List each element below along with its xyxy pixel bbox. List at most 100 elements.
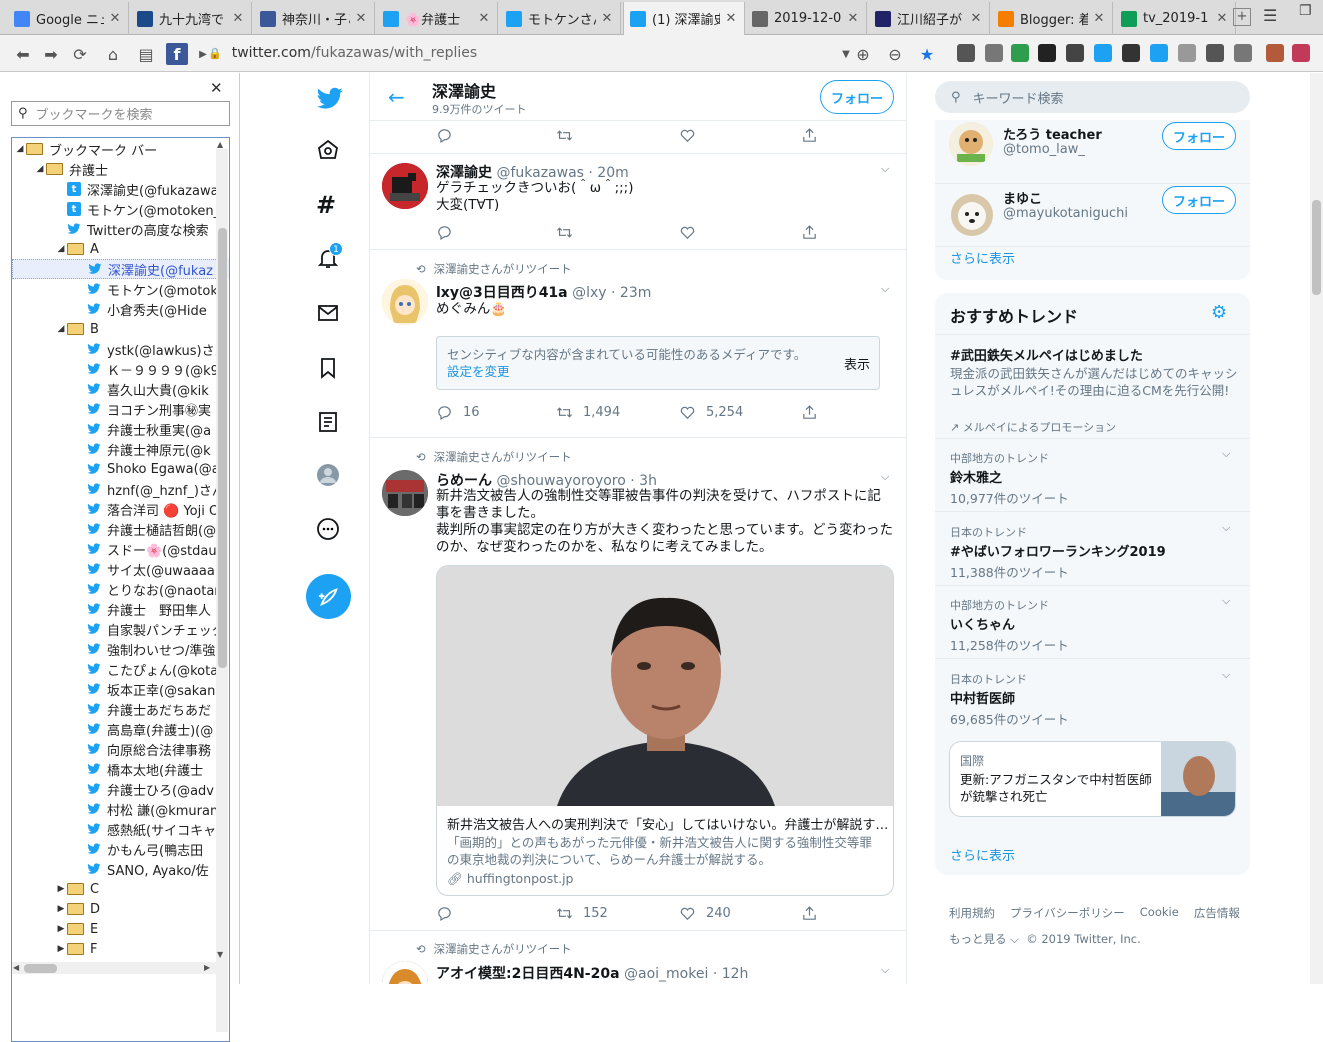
browser-tab[interactable]: Blogger: 着 ✕ [992, 2, 1113, 35]
ext-icon-2[interactable] [1206, 44, 1224, 62]
menu-icon[interactable]: ☰ [1263, 6, 1277, 25]
forward-icon[interactable]: ➡ [40, 43, 62, 65]
bookmark-folder[interactable]: ▶ E [12, 919, 229, 939]
reply-button[interactable] [436, 127, 453, 144]
tweet-author[interactable]: アオイ模型:2日目西4N-20a @aoi_mokei · 12h [436, 963, 748, 983]
profile-ext-icon[interactable] [1292, 44, 1310, 62]
page-scroll-thumb[interactable] [1312, 200, 1321, 295]
bookmark-item[interactable]: 高島章(弁護士)(@ [12, 719, 229, 739]
avatar-ext-icon[interactable] [1266, 44, 1284, 62]
avatar[interactable] [382, 961, 428, 984]
bookmark-item[interactable]: サイ太(@uwaaaa) [12, 559, 229, 579]
trend-item[interactable]: 中部地方のトレンド いくちゃん 11,258件のツイート ⌵ [935, 586, 1250, 659]
move-icon[interactable] [1066, 44, 1084, 62]
facebook-icon[interactable]: f [166, 43, 188, 65]
bookmark-item[interactable]: t モトケン(@motoken_ [12, 199, 229, 219]
bookmark-item[interactable]: 橋本太地(弁護士 [12, 759, 229, 779]
chevron-down-icon[interactable]: ⌵ [1222, 521, 1230, 535]
bookmark-item[interactable]: Ｋ－９９９９(@k99 [12, 359, 229, 379]
back-arrow-icon[interactable]: ← [388, 85, 405, 109]
url-bar[interactable]: 🔒 twitter.com/fukazawas/with_replies [208, 40, 943, 66]
bookmark-item[interactable]: 強制わいせつ/準強 [12, 639, 229, 659]
footer-link[interactable]: プライバシーポリシー [1010, 905, 1125, 921]
avatar[interactable] [382, 279, 428, 325]
footer-link[interactable]: Cookie [1140, 905, 1179, 921]
expand-arrow-icon[interactable]: ▶ [55, 944, 67, 954]
bookmark-item[interactable]: 弁護士あだちあだ [12, 699, 229, 719]
tab-close-icon[interactable]: ✕ [1215, 11, 1229, 26]
more-icon[interactable] [316, 517, 340, 541]
bookmark-ext-icon[interactable] [985, 44, 1003, 62]
home-icon[interactable]: ⌂ [102, 43, 124, 65]
evernote-icon[interactable] [1011, 44, 1029, 62]
user-name[interactable]: まゆこ [1003, 188, 1042, 207]
trend-item[interactable]: 日本のトレンド 中村哲医師 69,685件のツイート ⌵ [935, 660, 1250, 733]
bookmark-item[interactable]: 落合洋司 🔴 Yoji O [12, 499, 229, 519]
reload-icon[interactable]: ⟳ [69, 43, 91, 65]
scroll-up-icon[interactable]: ▲ [217, 140, 223, 149]
ext-icon-1[interactable] [957, 44, 975, 62]
settings-gear-icon[interactable]: ⚙ [1211, 302, 1227, 323]
bookmark-item[interactable]: Shoko Egawa(@a [12, 459, 229, 479]
bookmark-item[interactable]: SANO, Ayako/佐 [12, 859, 229, 879]
close-icon[interactable]: ✕ [210, 79, 223, 97]
chevron-down-icon[interactable]: ⌵ [881, 282, 889, 296]
browser-tab[interactable]: 九十九湾で ✕ [131, 2, 252, 35]
tab-close-icon[interactable]: ✕ [108, 11, 122, 26]
trend-item[interactable]: 中部地方のトレンド 鈴木雅之 10,977件のツイート ⌵ [935, 439, 1250, 512]
scroll-right-icon[interactable]: ▶ [204, 963, 210, 972]
bookmark-item[interactable]: 弁護士ひろ(@adv [12, 779, 229, 799]
font-icon[interactable] [1178, 44, 1196, 62]
like-button[interactable]: 240 [679, 905, 731, 922]
bookmark-folder[interactable]: ◢ B [12, 319, 229, 339]
collapse-arrow-icon[interactable]: ◢ [34, 164, 46, 174]
tab-close-icon[interactable]: ✕ [1092, 11, 1106, 26]
tab-close-icon[interactable]: ✕ [600, 11, 614, 26]
bookmark-folder[interactable]: ▶ D [12, 899, 229, 919]
bookmark-hscroll-thumb[interactable] [24, 964, 57, 973]
add-icon[interactable]: ⊕ [852, 43, 874, 65]
settings-link[interactable]: 設定を変更 [447, 364, 510, 379]
browser-tab[interactable]: 2019-12-0 ✕ [746, 2, 867, 35]
bookmark-item[interactable]: Twitterの高度な検索 [12, 219, 229, 239]
bookmark-item[interactable]: 喜久山大貴(@kik [12, 379, 229, 399]
tweet-author[interactable]: らめーん @shouwayoroyoro · 3h [436, 470, 657, 490]
zoom-out-icon[interactable]: ⊖ [884, 43, 906, 65]
bookmark-item[interactable]: 感熱紙(サイコキャ [12, 819, 229, 839]
footer-link[interactable]: 利用規約 [949, 905, 995, 921]
tweet[interactable]: ⟲ 深澤諭史さんがリツイート らめーん @shouwayoroyoro · 3h … [370, 438, 906, 931]
compose-tweet-button[interactable] [306, 574, 351, 619]
bookmark-item[interactable]: 弁護士秋重実(@a [12, 419, 229, 439]
reply-button[interactable] [436, 224, 453, 241]
bookmark-item[interactable]: t 深澤諭史(@fukazawa [12, 179, 229, 199]
share-button[interactable] [801, 905, 818, 922]
like-button[interactable]: 5,254 [679, 404, 743, 421]
browser-tab[interactable]: 江川紹子が ✕ [869, 2, 990, 35]
bookmark-folder[interactable]: ◢ 弁護士 [12, 159, 229, 179]
retweet-button[interactable]: 152 [556, 905, 608, 922]
browser-tab[interactable]: tv_2019-1 ✕ [1115, 2, 1236, 35]
bookmark-item[interactable]: 自家製パンチェッタ [12, 619, 229, 639]
bookmark-item[interactable]: 弁護士 野田隼人 [12, 599, 229, 619]
chevron-down-icon[interactable]: ⌵ [881, 162, 889, 176]
promoted-trend[interactable]: #武田鉄矢メルペイはじめました 現金派の武田鉄矢さんが選んだはじめてのキャッシュ… [935, 335, 1250, 439]
bookmark-item[interactable]: モトケン(@motok [12, 279, 229, 299]
browser-tab[interactable]: (1) 深澤諭史 ✕ [623, 2, 745, 35]
bookmark-item[interactable]: ヨコチン刑事㊙実 [12, 399, 229, 419]
bookmark-item[interactable]: ystk(@lawkus)さん [12, 339, 229, 359]
avatar[interactable] [949, 122, 993, 166]
tweet[interactable]: ⟲ 深澤諭史さんがリツイート lxy@3日目西り41a @lxy · 23m ⌵ … [370, 250, 906, 438]
avatar[interactable] [951, 194, 993, 236]
scroll-left-icon[interactable]: ◀ [13, 963, 19, 972]
expand-arrow-icon[interactable]: ▶ [55, 924, 67, 934]
new-tab-button[interactable]: + [1233, 8, 1251, 26]
tweet[interactable]: 深澤諭史 @fukazawas · 20m ⌵ ゲラチェックきついお(＾ω＾;;… [370, 154, 906, 250]
avatar[interactable] [382, 470, 428, 516]
url-shortener-icon[interactable] [1038, 44, 1056, 62]
expand-arrow-icon[interactable]: ▶ [55, 884, 67, 894]
show-media-button[interactable]: 表示 [844, 354, 870, 373]
follow-button[interactable]: フォロー [1162, 186, 1236, 214]
news-card[interactable]: 国際 更新:アフガニスタンで中村哲医師が銃撃され死亡 [949, 741, 1236, 817]
retweet-button[interactable] [556, 127, 573, 144]
collapse-arrow-icon[interactable]: ◢ [55, 324, 67, 334]
